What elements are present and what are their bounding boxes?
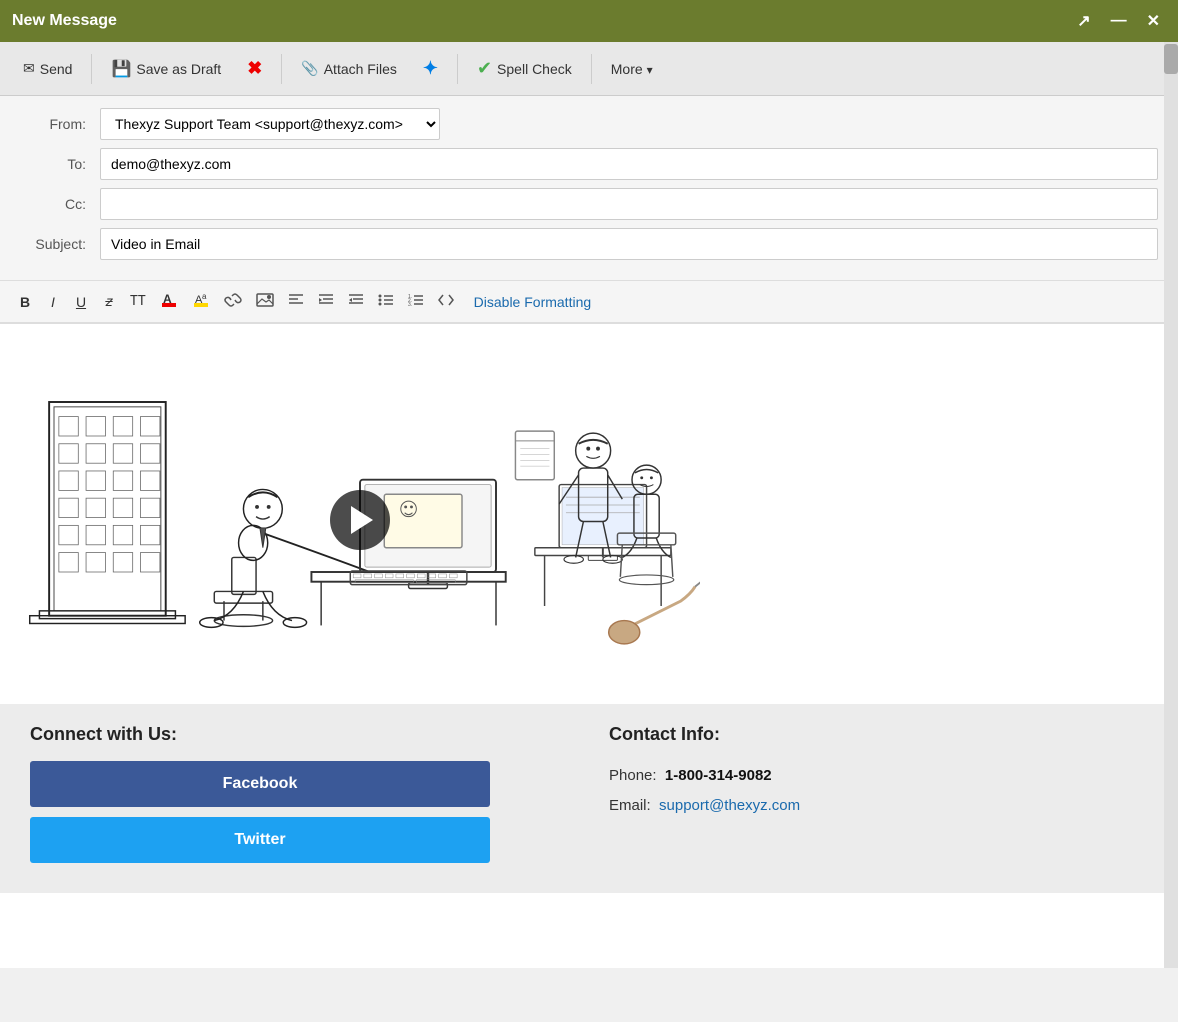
- divider-1: [91, 54, 92, 84]
- unordered-list-button[interactable]: [372, 289, 400, 314]
- form-area: From: Thexyz Support Team <support@thexy…: [0, 96, 1178, 281]
- connect-title: Connect with Us:: [30, 724, 569, 745]
- attach-icon: 📎: [301, 60, 318, 77]
- maximize-button[interactable]: ↗: [1071, 9, 1096, 33]
- contact-section: Contact Info: Phone: 1-800-314-9082 Emai…: [609, 724, 1148, 873]
- to-input[interactable]: [100, 148, 1158, 180]
- format-bar: B I U 𝑧 TT A Aa 1.2.3.: [0, 281, 1178, 324]
- ordered-list-button[interactable]: 1.2.3.: [402, 289, 430, 314]
- spell-label: Spell Check: [497, 61, 572, 77]
- monospace-button[interactable]: TT: [124, 290, 152, 313]
- svg-text:A: A: [163, 292, 172, 306]
- email-row: Email: support@thexyz.com: [609, 791, 1148, 821]
- delete-button[interactable]: ✖: [236, 51, 273, 86]
- subject-row: Subject:: [20, 228, 1158, 260]
- from-select[interactable]: Thexyz Support Team <support@thexyz.com>: [100, 108, 440, 140]
- code-button[interactable]: [432, 289, 460, 314]
- italic-button[interactable]: I: [40, 290, 66, 314]
- divider-2: [281, 54, 282, 84]
- email-footer: Connect with Us: Facebook Twitter Contac…: [0, 704, 1178, 893]
- align-left-button[interactable]: [282, 289, 310, 314]
- indent-button[interactable]: [312, 289, 340, 314]
- strikethrough-button[interactable]: 𝑧: [96, 289, 122, 314]
- from-label: From:: [20, 116, 100, 132]
- subject-input[interactable]: [100, 228, 1158, 260]
- window-title: New Message: [12, 12, 117, 30]
- attach-files-button[interactable]: 📎 Attach Files: [290, 53, 408, 84]
- email-link[interactable]: support@thexyz.com: [659, 797, 800, 814]
- underline-button[interactable]: U: [68, 290, 94, 314]
- more-label: More: [611, 61, 643, 77]
- contact-title: Contact Info:: [609, 724, 1148, 745]
- disable-formatting-button[interactable]: Disable Formatting: [474, 294, 592, 310]
- video-area[interactable]: [20, 344, 700, 664]
- spell-icon: ✔: [477, 58, 492, 79]
- attach-label: Attach Files: [324, 61, 397, 77]
- scrollbar-track: [1164, 42, 1178, 968]
- email-content: [0, 324, 1178, 704]
- save-draft-button[interactable]: 💾 Save as Draft: [100, 52, 232, 86]
- email-label: Email:: [609, 797, 651, 814]
- cc-label: Cc:: [20, 196, 100, 212]
- phone-row: Phone: 1-800-314-9082: [609, 761, 1148, 791]
- facebook-button[interactable]: Facebook: [30, 761, 490, 807]
- divider-4: [591, 54, 592, 84]
- dropbox-button[interactable]: ✦: [412, 51, 449, 86]
- cc-row: Cc:: [20, 188, 1158, 220]
- phone-value: 1-800-314-9082: [665, 767, 772, 784]
- insert-image-button[interactable]: [250, 289, 280, 314]
- scrollbar-thumb[interactable]: [1164, 44, 1178, 74]
- minimize-button[interactable]: —: [1105, 9, 1133, 33]
- phone-label: Phone:: [609, 767, 657, 784]
- main-content: ✉ Send 💾 Save as Draft ✖ 📎 Attach Files …: [0, 42, 1178, 968]
- more-arrow-icon: [647, 61, 653, 77]
- text-color-button[interactable]: A: [154, 287, 184, 316]
- save-label: Save as Draft: [136, 61, 221, 77]
- send-icon: ✉: [23, 60, 35, 77]
- play-icon: [351, 506, 373, 534]
- delete-icon: ✖: [247, 58, 262, 79]
- close-button[interactable]: ✕: [1141, 9, 1166, 33]
- title-bar: New Message ↗ — ✕: [0, 0, 1178, 42]
- toolbar: ✉ Send 💾 Save as Draft ✖ 📎 Attach Files …: [0, 42, 1178, 96]
- bold-button[interactable]: B: [12, 290, 38, 314]
- divider-3: [457, 54, 458, 84]
- svg-text:3.: 3.: [408, 302, 412, 307]
- link-button[interactable]: [218, 289, 248, 314]
- play-button[interactable]: [330, 490, 390, 550]
- window-controls: ↗ — ✕: [1071, 9, 1166, 33]
- svg-text:a: a: [202, 292, 207, 301]
- dropbox-icon: ✦: [423, 58, 438, 79]
- save-icon: 💾: [111, 59, 131, 79]
- outdent-button[interactable]: [342, 289, 370, 314]
- twitter-button[interactable]: Twitter: [30, 817, 490, 863]
- send-button[interactable]: ✉ Send: [12, 53, 83, 84]
- subject-label: Subject:: [20, 236, 100, 252]
- highlight-button[interactable]: Aa: [186, 287, 216, 316]
- send-label: Send: [40, 61, 73, 77]
- more-button[interactable]: More: [600, 54, 664, 84]
- cc-input[interactable]: [100, 188, 1158, 220]
- email-body[interactable]: Connect with Us: Facebook Twitter Contac…: [0, 324, 1178, 968]
- spell-check-button[interactable]: ✔ Spell Check: [466, 51, 583, 86]
- from-row: From: Thexyz Support Team <support@thexy…: [20, 108, 1158, 140]
- to-label: To:: [20, 156, 100, 172]
- contact-info: Phone: 1-800-314-9082 Email: support@the…: [609, 761, 1148, 821]
- connect-section: Connect with Us: Facebook Twitter: [30, 724, 569, 873]
- to-row: To:: [20, 148, 1158, 180]
